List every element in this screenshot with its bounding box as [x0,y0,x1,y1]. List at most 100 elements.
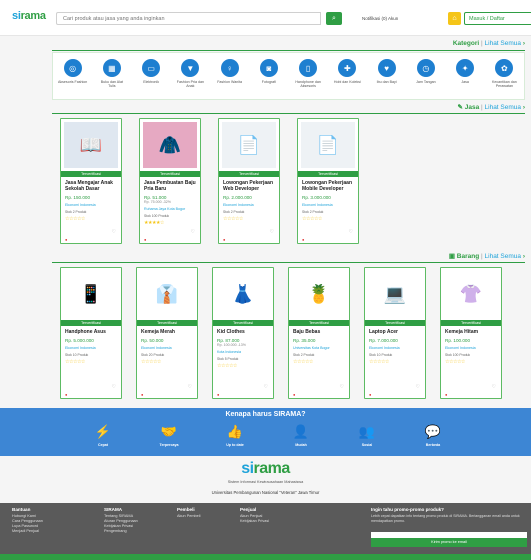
heart-icon[interactable]: ♡ [112,229,116,235]
footer-bar [0,554,531,560]
cart-icon[interactable]: ● [293,392,295,397]
product-stock: Stok 100 Produk [445,353,471,357]
product-image[interactable]: 🍍 [292,271,346,317]
product-image[interactable]: 🧥 [143,122,197,168]
product-card[interactable]: 📄 Terverifikasi Lowongan Pekerjaan Mobile … [297,118,359,244]
group-icon: 👥 [358,424,376,439]
category-label: Fotografi [261,80,276,84]
heart-icon[interactable]: ♡ [270,229,274,235]
product-image[interactable]: 📄 [222,122,276,168]
footer-link[interactable]: Pengembang [104,529,184,534]
cart-icon[interactable]: ● [445,392,447,397]
gamepad-icon: ✚ [338,59,357,77]
handshake-icon: 🤝 [160,424,178,439]
category-label: Jam Tangan [416,80,436,84]
category-item[interactable]: ◎ Aksesoris Fashion [58,59,88,99]
header-links[interactable]: Notifikasi (0) Akun [362,16,398,21]
product-card[interactable]: 👔 Terverifikasi Kemeja Merah Rp. 50.000 Ekon… [136,267,198,399]
product-name[interactable]: Kemeja Merah [141,329,193,335]
product-image[interactable]: 👗 [216,271,270,317]
cart-icon[interactable]: ● [302,237,304,242]
heart-icon[interactable]: ♡ [349,229,353,235]
cart-icon[interactable]: ● [369,392,371,397]
cart-icon[interactable]: ● [217,392,219,397]
cart-icon[interactable]: ● [223,237,225,242]
product-price: Rp. 35.000 [293,338,316,343]
product-card[interactable]: 📄 Terverifikasi Lowongan Pekerjaan Web Dev… [218,118,280,244]
heart-icon[interactable]: ♡ [188,384,192,390]
product-stock: Stok 10 Produk [65,353,89,357]
promo-submit-button[interactable]: Kirim promo ke email [371,538,527,547]
heart-icon[interactable]: ♡ [191,229,195,235]
product-name[interactable]: Jasa Pembuatan Baju Pria Baru [144,180,196,192]
box-icon: ▣ [448,253,455,260]
product-card[interactable]: 📖 Terverifikasi Jasa Mengajar Anak Sekolah… [60,118,122,244]
product-name[interactable]: Kemeja Hitam [445,329,497,335]
product-name[interactable]: Lowongan Pekerjaan Web Developer [223,180,275,192]
cart-icon[interactable]: ● [141,392,143,397]
product-card[interactable]: 👗 Terverifikasi Kid Clothes Rp. 87.000 Rp. 1… [212,267,274,399]
product-old-price: Rp. 100.000 -13% [217,343,246,347]
search-button[interactable]: ⌕ [326,12,342,25]
category-item[interactable]: ♥ Ibu dan Bayi [372,59,402,99]
product-card[interactable]: 💻 Terverifikasi Laptop Acer Rp. 7.000.000 Ek… [364,267,426,399]
product-card[interactable]: 🧥 Terverifikasi Jasa Pembuatan Baju Pria B… [139,118,201,244]
product-stock: Stok 20 Produk [141,353,165,357]
cart-icon[interactable]: ● [65,237,67,242]
brand-subtitle: Sistem Informasi Kewirausahaan Mahasiswa [227,480,304,484]
footer-link[interactable]: Menjadi Penjual [12,529,92,534]
category-list: ◎ Aksesoris Fashion ▦ Buku dan Alat Tulis ▭ E… [52,52,525,100]
divider [52,50,525,51]
footer-link[interactable]: Kebijakan Privasi [240,519,320,524]
product-name[interactable]: Baju Bebas [293,329,345,335]
product-location: Ekonomi Indonesia [302,203,333,207]
home-button[interactable]: ⌂ [448,12,461,25]
product-image[interactable]: 📱 [64,271,118,317]
category-item[interactable]: ◷ Jam Tangan [411,59,441,99]
product-image[interactable]: 👔 [140,271,194,317]
category-item[interactable]: ▯ Handphone dan Aksesoris [293,59,323,99]
heart-icon[interactable]: ♡ [416,384,420,390]
kategori-see-all-link[interactable]: Lihat Semua [485,40,522,47]
jasa-see-all-link[interactable]: Lihat Semua [485,104,522,111]
category-item[interactable]: ◙ Fotografi [254,59,284,99]
category-item[interactable]: ▦ Buku dan Alat Tulis [97,59,127,99]
category-label: Handphone dan Aksesoris [295,80,321,89]
product-stock: Stok 2 Produk [223,210,245,214]
heart-icon[interactable]: ♡ [112,384,116,390]
product-image[interactable]: 📖 [64,122,118,168]
product-name[interactable]: Handphone Asus [65,329,117,335]
product-image[interactable]: 👚 [444,271,498,317]
category-item[interactable]: ▭ Elektronik [136,59,166,99]
category-item[interactable]: ✦ Jasa [450,59,480,99]
product-image[interactable]: 💻 [368,271,422,317]
heart-icon[interactable]: ♡ [264,384,268,390]
search-input[interactable] [56,12,321,25]
login-button[interactable]: Masuk / Daftar [464,12,531,25]
logo[interactable]: sirama [12,10,46,22]
product-name[interactable]: Laptop Acer [369,329,421,335]
heart-icon[interactable]: ♡ [340,384,344,390]
barang-see-all-link[interactable]: Lihat Semua [485,253,522,260]
product-name[interactable]: Lowongan Pekerjaan Mobile Developer [302,180,354,192]
product-card[interactable]: 👚 Terverifikasi Kemeja Hitam Rp. 100.000 Eko… [440,267,502,399]
heart-icon[interactable]: ♡ [492,384,496,390]
product-card[interactable]: 📱 Terverifikasi Handphone Asus Rp. 5.000.00… [60,267,122,399]
product-card[interactable]: 🍍 Terverifikasi Baju Bebas Rp. 35.000 Univer… [288,267,350,399]
product-name[interactable]: Jasa Mengajar Anak Sekolah Dasar [65,180,117,192]
product-name[interactable]: Kid Clothes [217,329,269,335]
cart-icon[interactable]: ● [144,237,146,242]
category-item[interactable]: ✚ Hobi dan Koleksi [332,59,362,99]
category-item[interactable]: ▼ Fashion Pria dan Anak [175,59,205,99]
brand-logo: sirama [241,460,290,477]
cart-icon[interactable]: ● [65,392,67,397]
product-info: Jasa Pembuatan Baju Pria Baru Rp. 51.000 R… [140,177,200,229]
product-image[interactable]: 📄 [301,122,355,168]
kategori-title: Kategori | Lihat Semua › [452,40,525,47]
product-location: Ekonomi Indonesia [445,346,476,350]
footer-column: SIRAMA Tentang SIRAMA Aturan Penggunaan Keb… [104,507,184,534]
rating-stars: ☆☆☆☆☆ [369,359,389,365]
category-item[interactable]: ♀ Fashion Wanita [215,59,245,99]
category-item[interactable]: ✿ Kecantikan dan Perawatan [489,59,519,99]
category-label: Fashion Pria dan Anak [176,80,204,89]
